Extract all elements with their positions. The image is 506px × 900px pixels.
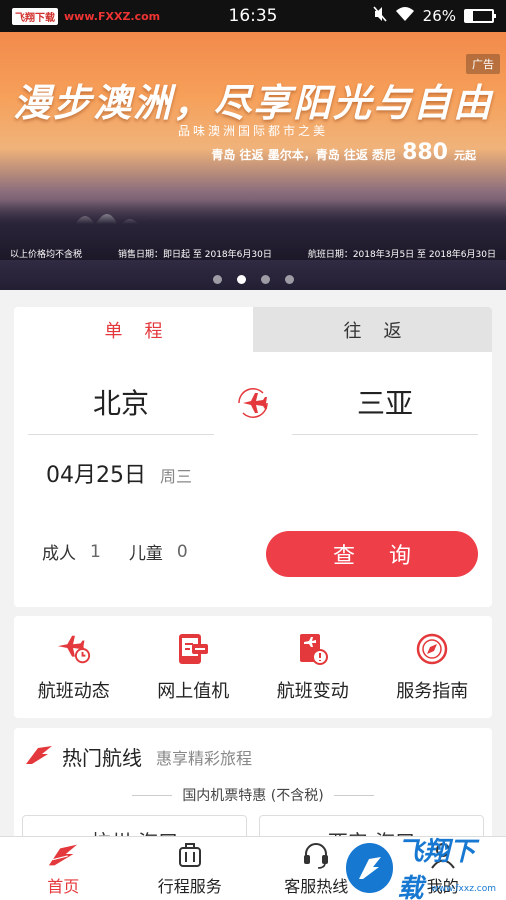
booking-card: 单程 往返 北京 三亚 04月25日 周三 成人 1 儿童 0 查询 — [14, 307, 492, 607]
banner-promo-routes: 青岛 往返 墨尔本，青岛 往返 悉尼 — [211, 148, 397, 162]
nav-hotline[interactable]: 客服热线 — [261, 841, 371, 897]
service-online-checkin[interactable]: 网上值机 — [138, 631, 248, 703]
departure-date: 04月25日 — [46, 463, 146, 488]
ad-badge: 广告 — [466, 54, 500, 74]
battery-text: 26% — [422, 7, 456, 25]
passenger-selector[interactable]: 成人 1 儿童 0 — [42, 539, 202, 565]
wifi-icon — [395, 6, 415, 26]
nav-itinerary[interactable]: 行程服务 — [135, 841, 245, 897]
banner-note-tax: 以上价格均不含税 — [10, 250, 83, 260]
user-icon — [427, 841, 459, 869]
luggage-icon — [174, 841, 206, 869]
tab-roundtrip[interactable]: 往返 — [253, 307, 492, 352]
routes-header: 热门航线 惠享精彩旅程 — [14, 728, 492, 771]
banner-note-flight: 航班日期：2018年3月5日 至 2018年6月30日 — [307, 250, 496, 260]
departure-weekday: 周三 — [160, 467, 193, 486]
trip-type-tabs: 单程 往返 — [14, 307, 492, 352]
routes-title: 热门航线 — [62, 746, 142, 770]
nav-label: 首页 — [47, 876, 80, 896]
nav-home[interactable]: 首页 — [8, 841, 118, 897]
routes-subtitle: 惠享精彩旅程 — [156, 748, 253, 768]
status-bar: 飞翔下载 www.FXXZ.com 16:35 26% — [0, 0, 506, 32]
compass-icon — [414, 631, 450, 667]
headset-icon — [300, 841, 332, 869]
departure-city[interactable]: 北京 — [28, 369, 214, 435]
status-time: 16:35 — [228, 6, 278, 26]
bottom-nav: 首页 行程服务 客服热线 我的 — [0, 836, 506, 900]
divider — [333, 794, 374, 796]
nav-label: 我的 — [426, 876, 459, 896]
banner-note-sale: 销售日期：即日起 至 2018年6月30日 — [118, 250, 272, 260]
banner-price-unit: 元起 — [454, 149, 476, 162]
status-badge: 飞翔下载 — [12, 7, 58, 25]
banner-title: 漫步澳洲，尽享阳光与自由 — [12, 80, 493, 125]
city-row: 北京 三亚 — [14, 369, 492, 435]
search-button[interactable]: 查询 — [266, 531, 478, 577]
service-guide[interactable]: 服务指南 — [377, 631, 487, 703]
banner-subtitle: 品味澳洲国际都市之美 — [177, 124, 328, 138]
child-count: 0 — [176, 541, 188, 562]
flight-change-icon — [295, 631, 331, 667]
routes-section-header: 国内机票特惠 (不含税) — [14, 785, 492, 805]
carousel-dot[interactable] — [260, 275, 270, 284]
date-picker[interactable]: 04月25日 周三 — [46, 457, 192, 489]
service-label: 航班变动 — [276, 681, 349, 702]
mute-icon — [373, 6, 387, 26]
online-checkin-icon — [175, 631, 211, 667]
tab-oneway[interactable]: 单程 — [14, 307, 253, 352]
swap-plane-icon — [238, 388, 268, 418]
carousel-dot[interactable] — [212, 275, 222, 284]
service-label: 服务指南 — [396, 681, 469, 702]
status-url: www.FXXZ.com — [64, 9, 161, 23]
banner-price: 880 — [402, 140, 448, 165]
home-icon — [47, 841, 79, 869]
services-card: 航班动态 网上值机 航班变动 服务指南 — [14, 616, 492, 718]
service-label: 网上值机 — [157, 681, 230, 702]
carousel-dot[interactable] — [284, 275, 294, 284]
flight-status-icon — [56, 631, 92, 667]
service-label: 航班动态 — [37, 681, 110, 702]
promo-banner[interactable]: 广告 漫步澳洲，尽享阳光与自由 品味澳洲国际都市之美 青岛 往返 墨尔本，青岛 … — [0, 32, 506, 290]
carousel-dot[interactable] — [236, 275, 246, 284]
banner-promo: 青岛 往返 墨尔本，青岛 往返 悉尼 880 元起 — [211, 140, 476, 165]
adult-label: 成人 — [42, 544, 76, 564]
carousel-dots[interactable] — [0, 275, 506, 284]
nav-label: 行程服务 — [157, 876, 222, 896]
nav-profile[interactable]: 我的 — [388, 841, 498, 897]
status-right: 26% — [373, 6, 496, 26]
divider — [132, 794, 173, 796]
battery-icon — [464, 9, 496, 23]
status-left: 飞翔下载 www.FXXZ.com — [12, 7, 161, 25]
routes-section-title: 国内机票特惠 (不含税) — [182, 788, 324, 804]
service-flight-change[interactable]: 航班变动 — [258, 631, 368, 703]
airline-logo-icon — [24, 744, 54, 770]
child-label: 儿童 — [128, 544, 163, 564]
service-flight-status[interactable]: 航班动态 — [19, 631, 129, 703]
nav-label: 客服热线 — [284, 876, 349, 896]
swap-cities-button[interactable] — [233, 383, 273, 423]
adult-count: 1 — [90, 541, 101, 562]
banner-notes: 以上价格均不含税 销售日期：即日起 至 2018年6月30日 航班日期：2018… — [0, 247, 506, 260]
arrival-city[interactable]: 三亚 — [292, 369, 478, 435]
